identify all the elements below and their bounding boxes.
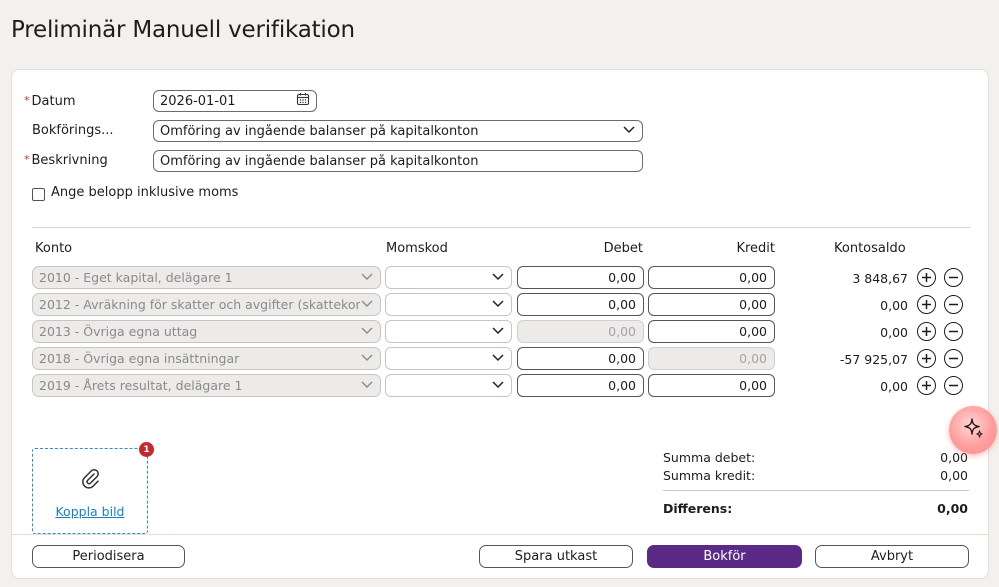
avbryt-button[interactable]: Avbryt bbox=[815, 545, 969, 568]
header-kontosaldo: Kontosaldo bbox=[834, 241, 906, 256]
account-select[interactable]: 2013 - Övriga egna uttag bbox=[32, 320, 381, 343]
periodisera-button[interactable]: Periodisera bbox=[32, 545, 185, 568]
beskrivning-label: * Beskrivning bbox=[24, 153, 108, 168]
bokforing-select[interactable]: Omföring av ingående balanser på kapital… bbox=[153, 120, 643, 142]
kontosaldo-value: 0,00 bbox=[880, 325, 908, 340]
add-row-button[interactable] bbox=[917, 349, 936, 368]
kredit-input: 0,00 bbox=[648, 347, 775, 370]
kredit-input[interactable]: 0,00 bbox=[648, 320, 775, 343]
account-select[interactable]: 2012 - Avräkning för skatter och avgifte… bbox=[32, 293, 381, 316]
debet-input[interactable]: 0,00 bbox=[517, 293, 644, 316]
chevron-down-icon bbox=[491, 295, 505, 314]
verification-form-card: * Datum 2026-01-01 Bokförings... Omföring… bbox=[11, 69, 989, 579]
plus-icon bbox=[922, 381, 931, 390]
date-field[interactable]: 2026-01-01 bbox=[153, 90, 317, 112]
ai-assistant-button[interactable] bbox=[949, 406, 997, 454]
differens-label: Differens: bbox=[663, 501, 733, 516]
beskrivning-input[interactable]: Omföring av ingående balanser på kapital… bbox=[153, 150, 643, 172]
footer-divider bbox=[12, 534, 988, 535]
debet-input[interactable]: 0,00 bbox=[517, 347, 644, 370]
chevron-down-icon bbox=[360, 350, 374, 367]
chevron-down-icon bbox=[360, 296, 374, 313]
plus-icon bbox=[922, 300, 931, 309]
attach-image-link[interactable]: Koppla bild bbox=[33, 504, 147, 519]
minus-icon bbox=[949, 276, 958, 279]
header-kredit: Kredit bbox=[736, 241, 775, 256]
add-row-button[interactable] bbox=[917, 295, 936, 314]
header-debet: Debet bbox=[603, 241, 643, 256]
chevron-down-icon bbox=[360, 377, 374, 394]
account-select[interactable]: 2018 - Övriga egna insättningar bbox=[32, 347, 381, 370]
summa-kredit-value: 0,00 bbox=[940, 468, 968, 483]
differens-value: 0,00 bbox=[937, 501, 968, 516]
chevron-down-icon bbox=[491, 349, 505, 368]
momskod-select[interactable] bbox=[385, 347, 512, 370]
kontosaldo-value: 3 848,67 bbox=[852, 271, 908, 286]
momskod-select[interactable] bbox=[385, 374, 512, 397]
spara-utkast-button[interactable]: Spara utkast bbox=[479, 545, 633, 568]
minus-icon bbox=[949, 357, 958, 360]
account-select[interactable]: 2010 - Eget kapital, delägare 1 bbox=[32, 266, 381, 289]
add-row-button[interactable] bbox=[917, 268, 936, 287]
required-marker: * bbox=[24, 94, 30, 107]
minus-icon bbox=[949, 330, 958, 333]
summa-debet-label: Summa debet: bbox=[663, 450, 756, 465]
chevron-down-icon bbox=[622, 122, 636, 140]
chevron-down-icon bbox=[491, 268, 505, 287]
bokforing-label: Bokförings... bbox=[32, 123, 114, 138]
add-row-button[interactable] bbox=[917, 322, 936, 341]
momskod-select[interactable] bbox=[385, 266, 512, 289]
debet-input: 0,00 bbox=[517, 320, 644, 343]
moms-checkbox[interactable] bbox=[32, 188, 45, 201]
date-label: * Datum bbox=[24, 94, 76, 109]
minus-icon bbox=[949, 303, 958, 306]
plus-icon bbox=[922, 354, 931, 363]
remove-row-button[interactable] bbox=[944, 376, 963, 395]
remove-row-button[interactable] bbox=[944, 322, 963, 341]
chevron-down-icon bbox=[491, 376, 505, 395]
bokfor-button[interactable]: Bokför bbox=[647, 545, 802, 568]
paperclip-icon bbox=[80, 467, 100, 493]
chevron-down-icon bbox=[491, 322, 505, 341]
debet-input[interactable]: 0,00 bbox=[517, 266, 644, 289]
plus-icon bbox=[922, 273, 931, 282]
beskrivning-value: Omföring av ingående balanser på kapital… bbox=[160, 153, 479, 169]
plus-icon bbox=[922, 327, 931, 336]
summa-kredit-label: Summa kredit: bbox=[663, 468, 756, 483]
page-title: Preliminär Manuell verifikation bbox=[11, 17, 355, 43]
remove-row-button[interactable] bbox=[944, 268, 963, 287]
header-momskod: Momskod bbox=[386, 241, 448, 256]
kontosaldo-value: 0,00 bbox=[880, 298, 908, 313]
attachment-dropzone[interactable]: Koppla bild bbox=[32, 448, 148, 534]
bokforing-value: Omföring av ingående balanser på kapital… bbox=[160, 123, 479, 139]
kredit-input[interactable]: 0,00 bbox=[648, 293, 775, 316]
calendar-icon[interactable] bbox=[296, 92, 310, 110]
header-konto: Konto bbox=[35, 241, 73, 256]
add-row-button[interactable] bbox=[917, 376, 936, 395]
account-select[interactable]: 2019 - Årets resultat, delägare 1 bbox=[32, 374, 381, 397]
remove-row-button[interactable] bbox=[944, 349, 963, 368]
remove-row-button[interactable] bbox=[944, 295, 963, 314]
kredit-input[interactable]: 0,00 bbox=[648, 374, 775, 397]
sparkle-icon bbox=[961, 416, 985, 444]
required-marker: * bbox=[24, 153, 30, 166]
kredit-input[interactable]: 0,00 bbox=[648, 266, 775, 289]
attachment-count-badge: 1 bbox=[139, 442, 154, 457]
chevron-down-icon bbox=[360, 323, 374, 340]
momskod-select[interactable] bbox=[385, 293, 512, 316]
momskod-select[interactable] bbox=[385, 320, 512, 343]
section-divider bbox=[32, 227, 970, 228]
summary-divider bbox=[663, 490, 969, 491]
date-value: 2026-01-01 bbox=[160, 93, 236, 109]
kontosaldo-value: -57 925,07 bbox=[839, 352, 908, 367]
chevron-down-icon bbox=[360, 269, 374, 286]
debet-input[interactable]: 0,00 bbox=[517, 374, 644, 397]
minus-icon bbox=[949, 384, 958, 387]
moms-checkbox-label: Ange belopp inklusive moms bbox=[51, 185, 239, 200]
kontosaldo-value: 0,00 bbox=[880, 379, 908, 394]
